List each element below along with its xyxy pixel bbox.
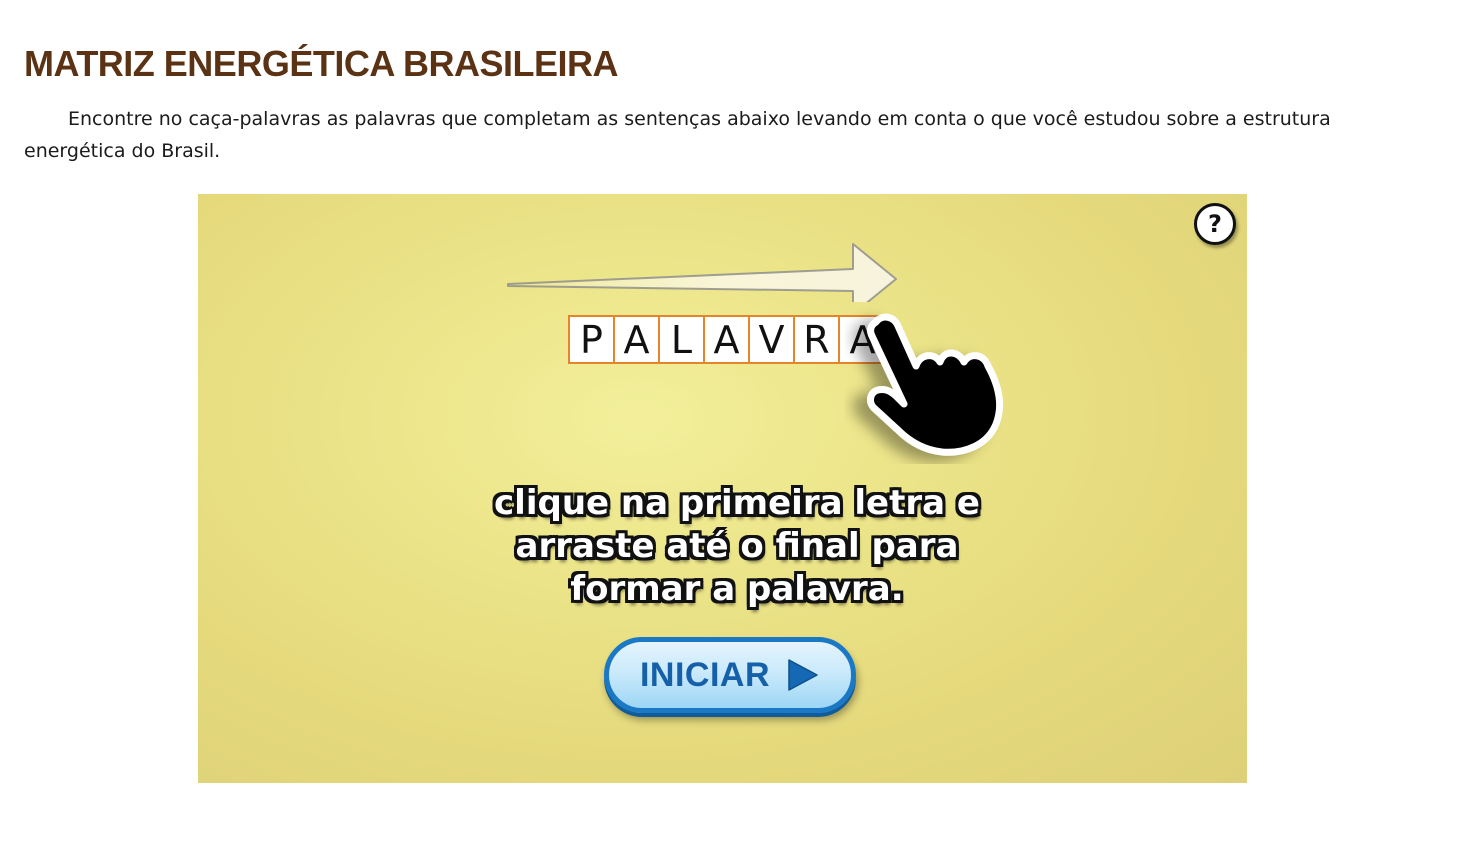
demo-letter: R xyxy=(795,317,840,362)
demo-letter: L xyxy=(660,317,705,362)
instruction-line: clique na primeira letra e xyxy=(494,483,980,523)
start-button[interactable]: INICIAR xyxy=(604,637,856,713)
demo-letter: A xyxy=(615,317,660,362)
play-triangle-icon xyxy=(788,659,818,691)
how-to-play-text: clique na primeira letra e arraste até o… xyxy=(422,482,1052,611)
demo-letter: A xyxy=(705,317,750,362)
instruction-line: arraste até o final para xyxy=(515,526,959,566)
word-search-game[interactable]: ? P A L A V R A clique na primeira letra… xyxy=(198,194,1247,783)
page-title: MATRIZ ENERGÉTICA BRASILEIRA xyxy=(24,43,619,84)
help-button[interactable]: ? xyxy=(1194,203,1236,245)
demo-letter: V xyxy=(750,317,795,362)
instructions-text: Encontre no caça-palavras as palavras qu… xyxy=(24,108,1331,162)
question-mark-icon: ? xyxy=(1208,210,1222,238)
instruction-line: formar a palavra. xyxy=(570,569,904,609)
pointing-hand-icon xyxy=(867,313,1004,456)
start-button-label: INICIAR xyxy=(639,655,771,694)
drag-direction-arrow-icon xyxy=(507,243,897,302)
demo-letter: P xyxy=(570,317,615,362)
